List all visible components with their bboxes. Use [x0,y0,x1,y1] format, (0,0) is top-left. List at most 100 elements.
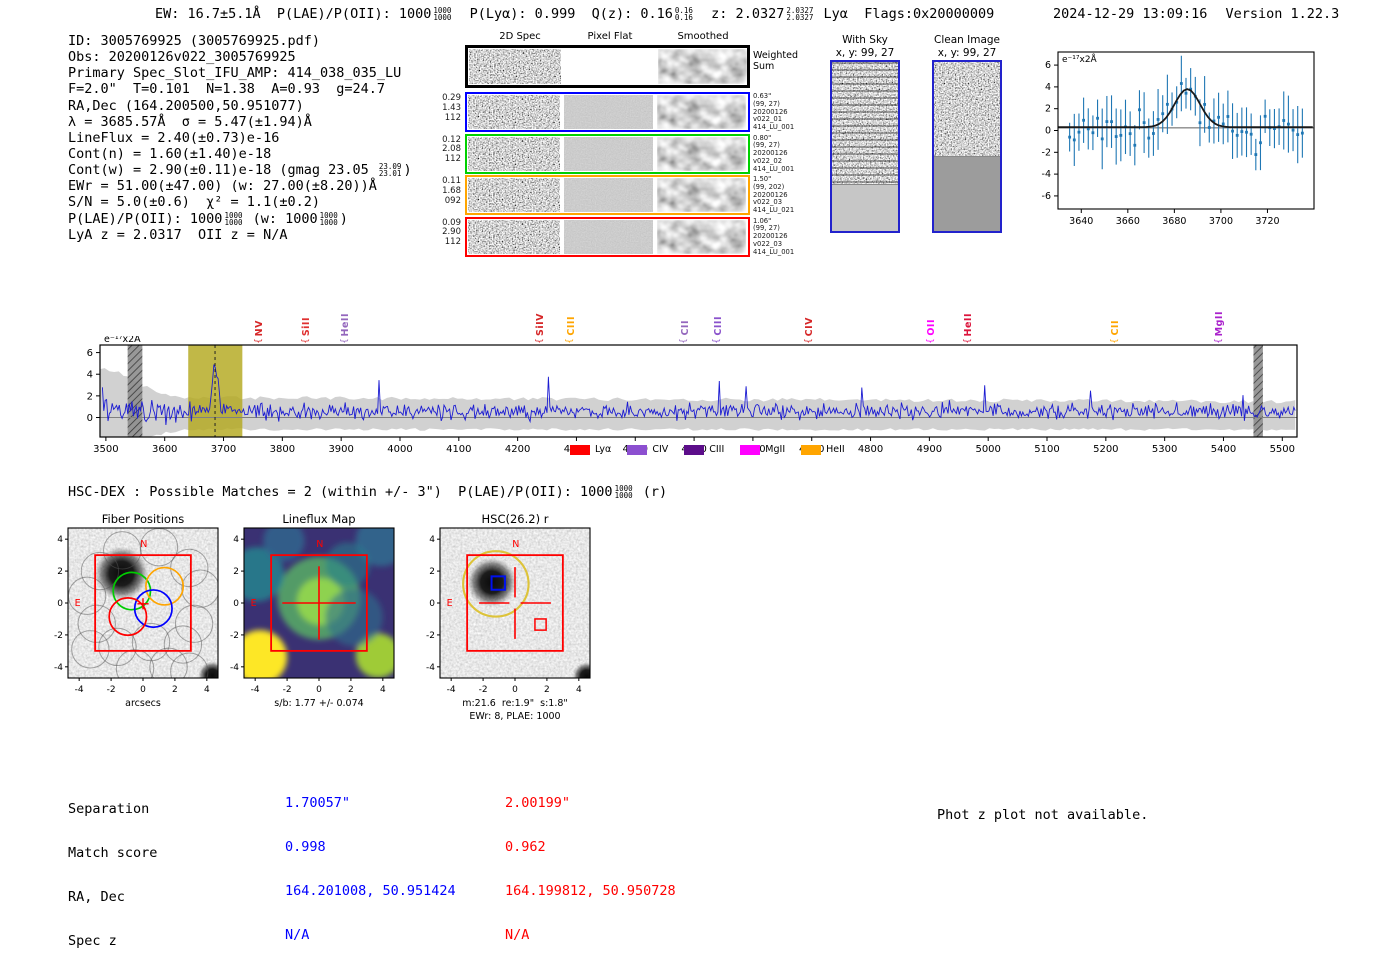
text: x, y: 99, 27 [835,46,895,59]
text: Weighted [753,50,798,61]
svg-text:4: 4 [233,535,239,545]
spec2d-row-3-left-labels: 0.11 1.68 092 [442,176,461,206]
svg-text:4100: 4100 [446,444,471,455]
spec2d-row-1 [465,92,750,132]
info-redshifts: LyA z = 2.0317 OII z = N/A [68,226,288,243]
spec2d-cutout-rows [465,44,750,258]
info-radec: RA,Dec (164.200500,50.951077) [68,97,304,114]
info-lineflux: LineFlux = 2.40(±0.73)e-16 [68,129,280,146]
svg-text:4: 4 [204,685,210,695]
legend-swatch [801,444,822,455]
text: Sum [753,61,775,72]
svg-text:5500: 5500 [1270,444,1295,455]
svg-text:0: 0 [57,599,63,609]
spec2d-image [468,178,560,212]
pixel-flat-image [564,178,653,212]
row-label-match-score: Match score [68,844,158,861]
plae-w-fraction: 1000 1000 [318,211,340,226]
svg-text:E: E [447,598,453,609]
svg-text:3800: 3800 [270,444,295,455]
text: Cont(w) = 2.90(±0.11)e-18 (gmag 23.05 [68,162,377,179]
col-header-pixel-flat: Pixel Flat [587,31,633,42]
legend-item: MgII [740,444,785,455]
fiber-positions-svg: N E -4 -4 -2 -2 0 0 2 2 4 4 arcsecs [54,527,219,709]
match2-score: 0.962 [505,838,546,855]
spec2d-image [468,219,560,254]
header-text: z: 2.0327 [694,6,785,22]
svg-text:4: 4 [380,685,386,695]
svg-text:2: 2 [544,685,550,695]
svg-text:4: 4 [87,370,93,381]
lineflux-map-svg: N E -4 -4 -2 -2 0 0 2 2 4 4 s/b: 1.77 +/- 0.074 [230,527,395,709]
clean-image-title: Clean Image x, y: 99, 27 [920,34,1014,59]
info-wavelength: λ = 3685.57Å σ = 5.47(±1.94)Å [68,113,312,130]
svg-text:3700: 3700 [211,444,236,455]
line-fit-plot-svg: 3640 3660 3680 3700 3720 -6 -4 -2 0 2 4 6 e⁻¹⁷x2Å [1042,51,1315,227]
svg-text:2: 2 [172,685,178,695]
col-header-2d-spec: 2D Spec [499,31,541,42]
svg-text:2: 2 [57,567,63,577]
header-text: Lyα Flags:0x20000009 [815,6,995,22]
svg-text:e⁻¹⁷x2Å: e⁻¹⁷x2Å [1062,53,1098,65]
frac-bot: 23.01 [378,169,402,179]
photz-unavailable-note: Phot z plot not available. [937,807,1149,823]
svg-text:-6: -6 [1042,191,1051,202]
spec2d-row-3 [465,175,750,215]
spec2d-row-4-left-labels: 0.09 2.90 112 [442,217,461,248]
svg-text:3900: 3900 [328,444,353,455]
svg-text:4: 4 [1045,82,1051,93]
lineflux-map-title: Lineflux Map [282,512,356,526]
fiber-positions-panel: Fiber Positions N E -4 -4 -2 -2 0 0 2 2 4 4 arcsecs [42,512,232,735]
match-table-col2: 2.00199" 0.962 164.199812, 50.950728 N/A… [505,766,676,953]
match2-separation: 2.00199" [505,794,571,811]
legend-label: MgII [765,444,786,455]
hscdex-fraction: 1000 1000 [613,485,635,501]
frac-bot: 1000 [224,217,243,227]
svg-text:3660: 3660 [1116,216,1140,227]
legend-label: HeII [826,444,845,455]
svg-text:4: 4 [429,535,435,545]
plae-fraction: 1000 1000 [222,211,244,227]
spec2d-row-2-right-labels: 0.80" (99, 27) 20200126 v022_02 414_LU_001 [753,133,795,173]
svg-text:0: 0 [429,599,435,609]
z-fraction: 2.0327 2.0327 [784,7,815,22]
svg-text:m:21.6 re:1.9" s:1.8": m:21.6 re:1.9" s:1.8" [462,698,568,709]
svg-text:N: N [512,539,519,550]
legend-swatch [627,444,648,455]
svg-text:-4: -4 [1042,169,1051,180]
spec2d-image [468,95,560,129]
qz-fraction: 0.16 0.16 [673,7,695,22]
smoothed-image [657,136,746,171]
svg-text:4000: 4000 [387,444,412,455]
svg-text:3680: 3680 [1162,216,1186,227]
spec2d-row-2 [465,133,750,174]
svg-text:-4: -4 [54,663,63,673]
text: ) [403,162,412,179]
svg-text:0: 0 [233,599,239,609]
with-sky-stripes [832,62,898,184]
svg-text:E: E [251,598,257,609]
svg-text:-4: -4 [447,685,456,695]
svg-text:3720: 3720 [1255,216,1279,227]
frac-bot: 1000 [614,491,633,501]
hsc-dex-summary: HSC-DEX : Possible Matches = 2 (within +… [68,484,667,500]
svg-text:-4: -4 [230,663,239,673]
info-ewr: EWr = 51.00(±47.00) (w: 27.00(±8.20))Å [68,178,377,195]
info-id: ID: 3005769925 (3005769925.pdf) [68,33,320,49]
legend-swatch [570,444,590,455]
info-primary-spec: Primary Spec_Slot_IFU_AMP: 414_038_035_L… [68,65,402,82]
svg-text:3640: 3640 [1069,216,1093,227]
plae-fraction: 1000 1000 [431,7,453,22]
svg-text:N: N [140,539,147,550]
spec2d-row-1-right-labels: 0.63" (99, 27) 20200126 v022_01 414_LU_001 [753,92,795,132]
legend-label: Lyα [595,444,612,455]
svg-text:-2: -2 [230,631,239,641]
legend-item: CIII [684,444,724,455]
match-table-col1: 1.70057" 0.998 164.201008, 50.951424 N/A… [285,766,456,953]
spec2d-row-4 [465,216,750,257]
text: P(LAE)/P(OII): 1000 [68,210,223,227]
text: ) [339,210,348,227]
svg-text:2: 2 [233,567,239,577]
svg-text:-4: -4 [251,685,260,695]
svg-text:4: 4 [57,535,63,545]
